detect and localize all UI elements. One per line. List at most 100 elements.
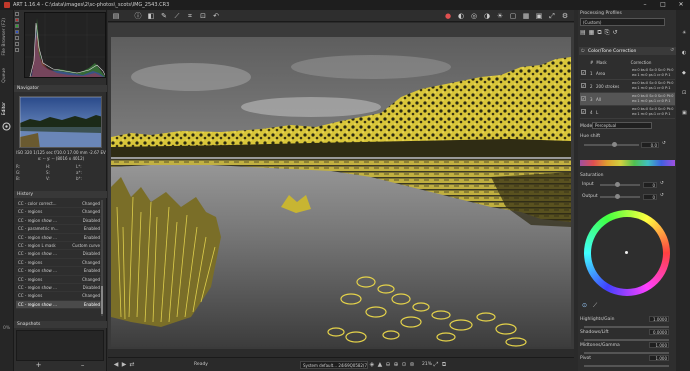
- history-row[interactable]: CC - region show ... Enabled: [16, 300, 102, 310]
- output-slider[interactable]: [600, 196, 640, 198]
- module-reset-icon[interactable]: ↺: [670, 48, 674, 53]
- info-icon[interactable]: ⓘ: [133, 11, 143, 21]
- transform-tab-icon[interactable]: ⊡: [682, 90, 686, 96]
- mask-checkbox[interactable]: ✓: [581, 96, 586, 101]
- grid-icon[interactable]: ▦: [521, 11, 531, 21]
- processing-profile-select[interactable]: (Custom): [580, 18, 665, 26]
- save-profile-icon[interactable]: ▦: [589, 29, 595, 38]
- crop-icon[interactable]: ⌗: [185, 11, 195, 21]
- close-button[interactable]: ✕: [672, 0, 690, 10]
- history-row[interactable]: CC - region show ... Disabled: [16, 284, 102, 293]
- mask-row[interactable]: ✓ 3 All ex:0 bs:0 Sc:0 Sc:0 Pt:0 ex:1 m:0 p…: [580, 93, 675, 106]
- history-row[interactable]: CC - region show ... Enabled: [16, 234, 102, 242]
- history-row[interactable]: CC - regions Changed: [16, 259, 102, 268]
- history-row[interactable]: CC - regions Changed: [16, 292, 102, 301]
- input-value[interactable]: 0: [643, 182, 657, 188]
- red-channel-icon[interactable]: ●: [443, 11, 453, 21]
- color-wheel-handle[interactable]: [625, 251, 628, 254]
- luminance-toggle[interactable]: [15, 36, 19, 40]
- highlights-clip-icon[interactable]: ☀: [495, 11, 505, 21]
- zoom-in-icon[interactable]: ⊕: [392, 361, 400, 368]
- eyedropper-icon[interactable]: ✎: [159, 11, 169, 21]
- input-reset-icon[interactable]: ↺: [660, 181, 664, 186]
- hue-shift-value[interactable]: 0.0: [641, 142, 659, 148]
- mask-row[interactable]: ✓ 1 Area ex:0 bs:0 Sc:0 Sc:0 Pt:0 ex:1 m:0 …: [580, 67, 675, 80]
- history-row[interactable]: CC - regions Changed: [16, 276, 102, 284]
- tab-queue[interactable]: Queue: [2, 68, 7, 83]
- focus-mask-icon[interactable]: ◎: [469, 11, 479, 21]
- mask-row[interactable]: ✓ 4 Lex:0 bs:0 Sc:0 Sc:0 Pt:0 ex:1 m:0 ps:…: [580, 106, 675, 119]
- curve-mode-icon[interactable]: ⟋: [593, 302, 597, 310]
- output-knob[interactable]: [615, 194, 620, 199]
- chroma-toggle[interactable]: [15, 42, 19, 46]
- history-row[interactable]: CC - region L mask Custom curve: [16, 242, 102, 251]
- mask-checkbox[interactable]: ✓: [581, 83, 586, 88]
- maximize-button[interactable]: □: [654, 0, 672, 10]
- monitor-profile-select[interactable]: System default... 24i69Q0582(7): [299, 360, 368, 369]
- tab-file-browser[interactable]: File Browser (F2): [2, 18, 7, 56]
- prev-image-icon[interactable]: ◀: [112, 361, 120, 368]
- straighten-icon[interactable]: ⟋: [172, 11, 182, 21]
- detail-tab-icon[interactable]: ◆: [682, 70, 686, 76]
- next-image-icon[interactable]: ▶: [120, 361, 128, 368]
- history-row[interactable]: CC - region show ... Disabled: [16, 250, 102, 259]
- color-tone-header[interactable]: ⏻ Color/Tone Correction ↺: [579, 47, 676, 55]
- settings-icon[interactable]: ⚙: [560, 11, 570, 21]
- module-power-icon[interactable]: ⏻: [581, 48, 585, 54]
- add-snapshot-button[interactable]: +: [36, 361, 42, 369]
- undo-icon[interactable]: ↶: [211, 11, 221, 21]
- zoom-out-icon[interactable]: ⊖: [384, 361, 392, 368]
- transform-icon[interactable]: ⊡: [198, 11, 208, 21]
- midtones-gamma-value[interactable]: 1.000: [649, 342, 669, 348]
- mode-select[interactable]: Perceptual: [592, 122, 652, 129]
- snapshots-header[interactable]: Snapshots: [14, 321, 107, 328]
- luminance-icon[interactable]: ◐: [456, 11, 466, 21]
- reset-profile-icon[interactable]: ↺: [612, 29, 617, 38]
- mask-row[interactable]: ✓ 2 200 strokes ex:0 bs:0 Sc:0 Sc:0 Pt:0 ex…: [580, 80, 675, 93]
- view-mode-icon[interactable]: ▢: [508, 11, 518, 21]
- mask-checkbox[interactable]: ✓: [581, 70, 586, 75]
- highlights-gain-slider[interactable]: [584, 326, 669, 328]
- mask-checkbox[interactable]: ✓: [581, 109, 586, 114]
- image-preview[interactable]: [108, 23, 574, 349]
- hue-shift-reset-icon[interactable]: ↺: [662, 141, 666, 146]
- minimize-button[interactable]: –: [636, 0, 654, 10]
- wheel-mode-icon[interactable]: ⊙: [582, 302, 587, 309]
- copy-profile-icon[interactable]: ⧉: [597, 29, 601, 38]
- soft-proof-icon[interactable]: ◈: [368, 361, 376, 368]
- blue-channel-toggle[interactable]: [15, 30, 19, 34]
- pivot-slider[interactable]: [584, 365, 669, 367]
- history-scrollbar[interactable]: [101, 200, 103, 316]
- exposure-tab-icon[interactable]: ☀: [682, 30, 686, 36]
- paste-profile-icon[interactable]: ⎘: [605, 29, 610, 38]
- raw-toggle[interactable]: [15, 48, 19, 52]
- history-row[interactable]: CC - regions Changed: [16, 208, 102, 217]
- raw-tab-icon[interactable]: ▣: [682, 110, 687, 116]
- navigator-thumbnail[interactable]: [19, 96, 102, 148]
- shadows-clip-icon[interactable]: ◑: [482, 11, 492, 21]
- histogram-channel-toggle[interactable]: [15, 12, 19, 16]
- folder-icon[interactable]: ▤: [111, 11, 121, 21]
- sync-icon[interactable]: ⇄: [128, 361, 136, 368]
- shadows-lift-value[interactable]: 0.0000: [649, 329, 669, 335]
- highlights-gain-value[interactable]: 1.0000: [649, 316, 669, 322]
- before-after-icon[interactable]: ◧: [146, 11, 156, 21]
- new-window-icon[interactable]: ⧉: [440, 361, 448, 369]
- green-channel-toggle[interactable]: [15, 24, 19, 28]
- load-profile-icon[interactable]: ▤: [580, 29, 586, 38]
- midtones-gamma-slider[interactable]: [584, 352, 669, 354]
- color-wheel[interactable]: [584, 210, 670, 296]
- snapshots-list[interactable]: [16, 330, 104, 361]
- output-value[interactable]: 0: [643, 194, 657, 200]
- hue-shift-knob[interactable]: [612, 142, 617, 147]
- input-slider[interactable]: [600, 184, 640, 186]
- input-knob[interactable]: [615, 182, 620, 187]
- history-row[interactable]: CC - color correct... Changed: [16, 200, 102, 209]
- expand-icon[interactable]: ⤢: [547, 11, 557, 21]
- history-header[interactable]: History: [14, 191, 107, 198]
- zoom-100-icon[interactable]: ⊚: [408, 361, 416, 368]
- color-tab-icon[interactable]: ◐: [682, 50, 686, 56]
- history-row[interactable]: CC - region show ... Enabled: [16, 267, 102, 276]
- red-channel-toggle[interactable]: [15, 18, 19, 22]
- tab-editor[interactable]: Editor: [2, 102, 7, 115]
